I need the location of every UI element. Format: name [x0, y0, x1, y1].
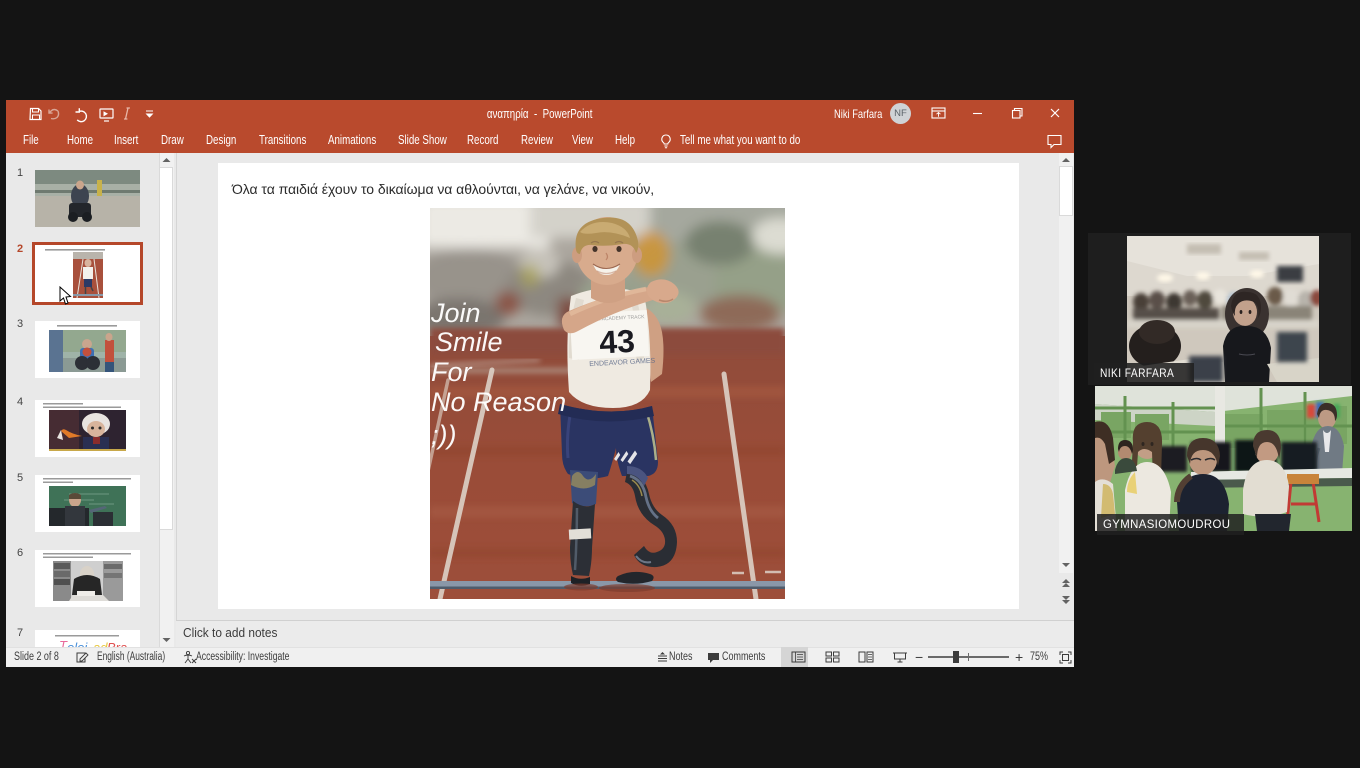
svg-text:Join: Join: [430, 298, 481, 328]
svg-text:43: 43: [598, 323, 635, 361]
svg-text:ad: ad: [93, 640, 108, 647]
svg-text:For: For: [431, 357, 473, 387]
svg-text:Smile: Smile: [435, 327, 503, 357]
svg-text:Bra.: Bra.: [107, 640, 131, 647]
svg-text:;)): ;)): [431, 420, 456, 450]
svg-text:No Reason: No Reason: [431, 387, 566, 417]
